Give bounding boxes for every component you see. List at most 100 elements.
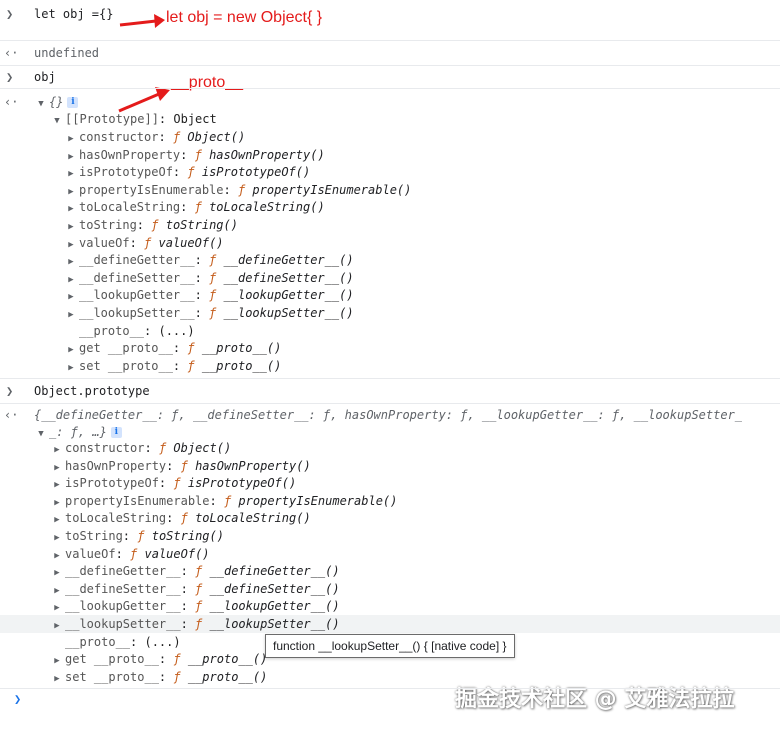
- function-symbol: ƒ: [209, 253, 217, 268]
- property-row[interactable]: ▶ __lookupSetter__: ƒ __lookupSetter__(): [0, 305, 780, 322]
- expand-triangle-icon[interactable]: ▼: [52, 113, 62, 130]
- expand-triangle-icon[interactable]: ▶: [52, 495, 62, 512]
- prop-key: get __proto__: [65, 652, 159, 667]
- prop-key: [[Prototype]]: [65, 112, 159, 126]
- expand-triangle-icon[interactable]: ▶: [66, 307, 76, 324]
- setter-row[interactable]: ▶ set __proto__: ƒ __proto__(): [0, 358, 780, 375]
- property-row[interactable]: ▶ propertyIsEnumerable: ƒ propertyIsEnume…: [0, 493, 780, 510]
- property-row[interactable]: ▶ __defineSetter__: ƒ __defineSetter__(): [0, 581, 780, 598]
- prop-key: __lookupGetter__: [65, 599, 181, 614]
- console-output-row: ‹· undefined: [0, 45, 780, 62]
- property-row[interactable]: ▶ toString: ƒ toString(): [0, 528, 780, 545]
- expand-triangle-icon[interactable]: ▶: [52, 530, 62, 547]
- tooltip: function __lookupSetter__() { [native co…: [265, 634, 515, 658]
- property-row[interactable]: ▶ propertyIsEnumerable: ƒ propertyIsEnume…: [0, 182, 780, 199]
- function-name: Object(): [187, 130, 246, 144]
- property-row[interactable]: ▶ __defineGetter__: ƒ __defineGetter__(): [0, 252, 780, 269]
- function-symbol: ƒ: [144, 235, 152, 250]
- function-symbol: ƒ: [209, 306, 217, 320]
- function-symbol: ƒ: [172, 130, 181, 144]
- expand-triangle-icon[interactable]: ▶: [66, 237, 76, 254]
- property-row[interactable]: ▶ constructor: ƒ Object(): [0, 129, 780, 146]
- function-symbol: ƒ: [130, 546, 138, 561]
- expand-triangle-icon[interactable]: ▶: [52, 442, 62, 459]
- expand-triangle-icon[interactable]: ▶: [66, 201, 76, 218]
- prop-key: isPrototypeOf: [79, 165, 173, 180]
- info-icon[interactable]: i: [110, 427, 122, 438]
- return-icon: ‹·: [4, 46, 19, 60]
- property-row[interactable]: ▶ __lookupGetter__: ƒ __lookupGetter__(): [0, 598, 780, 615]
- expand-triangle-icon[interactable]: ▶: [66, 131, 76, 148]
- function-symbol: ƒ: [195, 599, 203, 614]
- expand-triangle-icon[interactable]: ▶: [66, 219, 76, 236]
- expand-triangle-icon[interactable]: ▶: [66, 254, 76, 271]
- expand-triangle-icon[interactable]: ▶: [52, 671, 62, 688]
- property-row[interactable]: ▶ toLocaleString: ƒ toLocaleString(): [0, 199, 780, 216]
- function-name: hasOwnProperty(): [195, 458, 311, 473]
- expand-triangle-icon[interactable]: ▶: [52, 600, 62, 617]
- prop-key: __lookupSetter__: [79, 306, 195, 320]
- prop-value: Object: [173, 112, 217, 126]
- property-row[interactable]: ▶ toString: ƒ toString(): [0, 217, 780, 234]
- expand-triangle-icon[interactable]: ▶: [52, 477, 62, 494]
- info-icon[interactable]: i: [67, 97, 79, 108]
- prop-value: (...): [144, 634, 181, 649]
- watermark: 掘金技术社区 @ 艾雅法拉拉: [455, 687, 735, 712]
- object-tree-root[interactable]: ‹· ▼{} i: [0, 94, 780, 111]
- expand-triangle-icon[interactable]: ▶: [52, 583, 62, 600]
- expand-triangle-icon[interactable]: ▶: [52, 565, 62, 582]
- function-symbol: ƒ: [194, 200, 202, 215]
- property-row[interactable]: ▶ hasOwnProperty: ƒ hasOwnProperty(): [0, 147, 780, 164]
- function-name: isPrototypeOf(): [187, 476, 297, 491]
- proto-accessor-row[interactable]: __proto__: (...): [0, 323, 780, 340]
- expand-triangle-icon[interactable]: ▶: [66, 149, 76, 166]
- console-prompt-caret-icon[interactable]: ❯: [14, 692, 21, 706]
- expand-triangle-icon[interactable]: ▶: [66, 289, 76, 306]
- output-text: undefined: [34, 46, 100, 60]
- prototype-row[interactable]: ▼ [[Prototype]]: Object: [0, 111, 780, 128]
- object-preview: {__defineGetter__: ƒ, __defineSetter__: …: [34, 408, 743, 422]
- prop-key: toLocaleString: [79, 200, 181, 215]
- property-row[interactable]: ▶ __defineGetter__: ƒ __defineGetter__(): [0, 563, 780, 580]
- expand-triangle-icon[interactable]: ▶: [52, 548, 62, 565]
- function-name: propertyIsEnumerable(): [252, 182, 412, 197]
- function-name: toString(): [151, 529, 224, 543]
- property-row[interactable]: ▶ isPrototypeOf: ƒ isPrototypeOf(): [0, 164, 780, 181]
- function-name: __proto__(): [201, 358, 282, 373]
- prop-key: __defineGetter__: [65, 564, 181, 579]
- property-row[interactable]: ▶ toLocaleString: ƒ toLocaleString(): [0, 510, 780, 527]
- property-row[interactable]: ▶ valueOf: ƒ valueOf(): [0, 546, 780, 563]
- command-text: obj: [34, 70, 56, 84]
- red-arrow-icon: [119, 14, 165, 28]
- property-row[interactable]: ▶ __defineSetter__: ƒ __defineSetter__(): [0, 270, 780, 287]
- function-name: valueOf(): [144, 546, 210, 561]
- getter-row[interactable]: ▶ get __proto__: ƒ __proto__(): [0, 340, 780, 357]
- expand-triangle-icon[interactable]: ▶: [66, 360, 76, 377]
- expand-triangle-icon[interactable]: ▶: [66, 342, 76, 359]
- property-row[interactable]: ▶ hasOwnProperty: ƒ hasOwnProperty(): [0, 458, 780, 475]
- function-symbol: ƒ: [180, 458, 188, 473]
- expand-triangle-icon[interactable]: ▶: [52, 460, 62, 477]
- property-row[interactable]: ▶ isPrototypeOf: ƒ isPrototypeOf(): [0, 475, 780, 492]
- function-name: __defineSetter__(): [209, 581, 340, 596]
- prop-key: constructor: [65, 441, 145, 455]
- expand-triangle-icon[interactable]: ▶: [66, 184, 76, 201]
- expand-triangle-icon[interactable]: ▶: [52, 512, 62, 529]
- expand-triangle-icon[interactable]: ▶: [66, 166, 76, 183]
- function-symbol: ƒ: [209, 270, 217, 285]
- property-row[interactable]: ▶ valueOf: ƒ valueOf(): [0, 235, 780, 252]
- prop-key: __proto__: [79, 323, 145, 338]
- object-preview: {}: [49, 95, 64, 109]
- expand-triangle-icon[interactable]: ▶: [52, 618, 62, 635]
- object-tree-root[interactable]: ‹· {__defineGetter__: ƒ, __defineSetter_…: [0, 407, 780, 424]
- property-row[interactable]: ▶ __lookupSetter__: ƒ __lookupSetter__(): [0, 616, 780, 633]
- prop-key: propertyIsEnumerable: [79, 182, 224, 197]
- function-symbol: ƒ: [173, 476, 181, 491]
- property-row[interactable]: ▶ __lookupGetter__: ƒ __lookupGetter__(): [0, 287, 780, 304]
- function-name: hasOwnProperty(): [209, 147, 325, 162]
- object-tree-root-cont[interactable]: ▼ _: ƒ, …} i: [0, 424, 780, 441]
- property-row[interactable]: ▶ constructor: ƒ Object(): [0, 440, 780, 457]
- expand-triangle-icon[interactable]: ▶: [66, 272, 76, 289]
- expand-triangle-icon[interactable]: ▶: [52, 653, 62, 670]
- prop-key: set __proto__: [79, 358, 173, 373]
